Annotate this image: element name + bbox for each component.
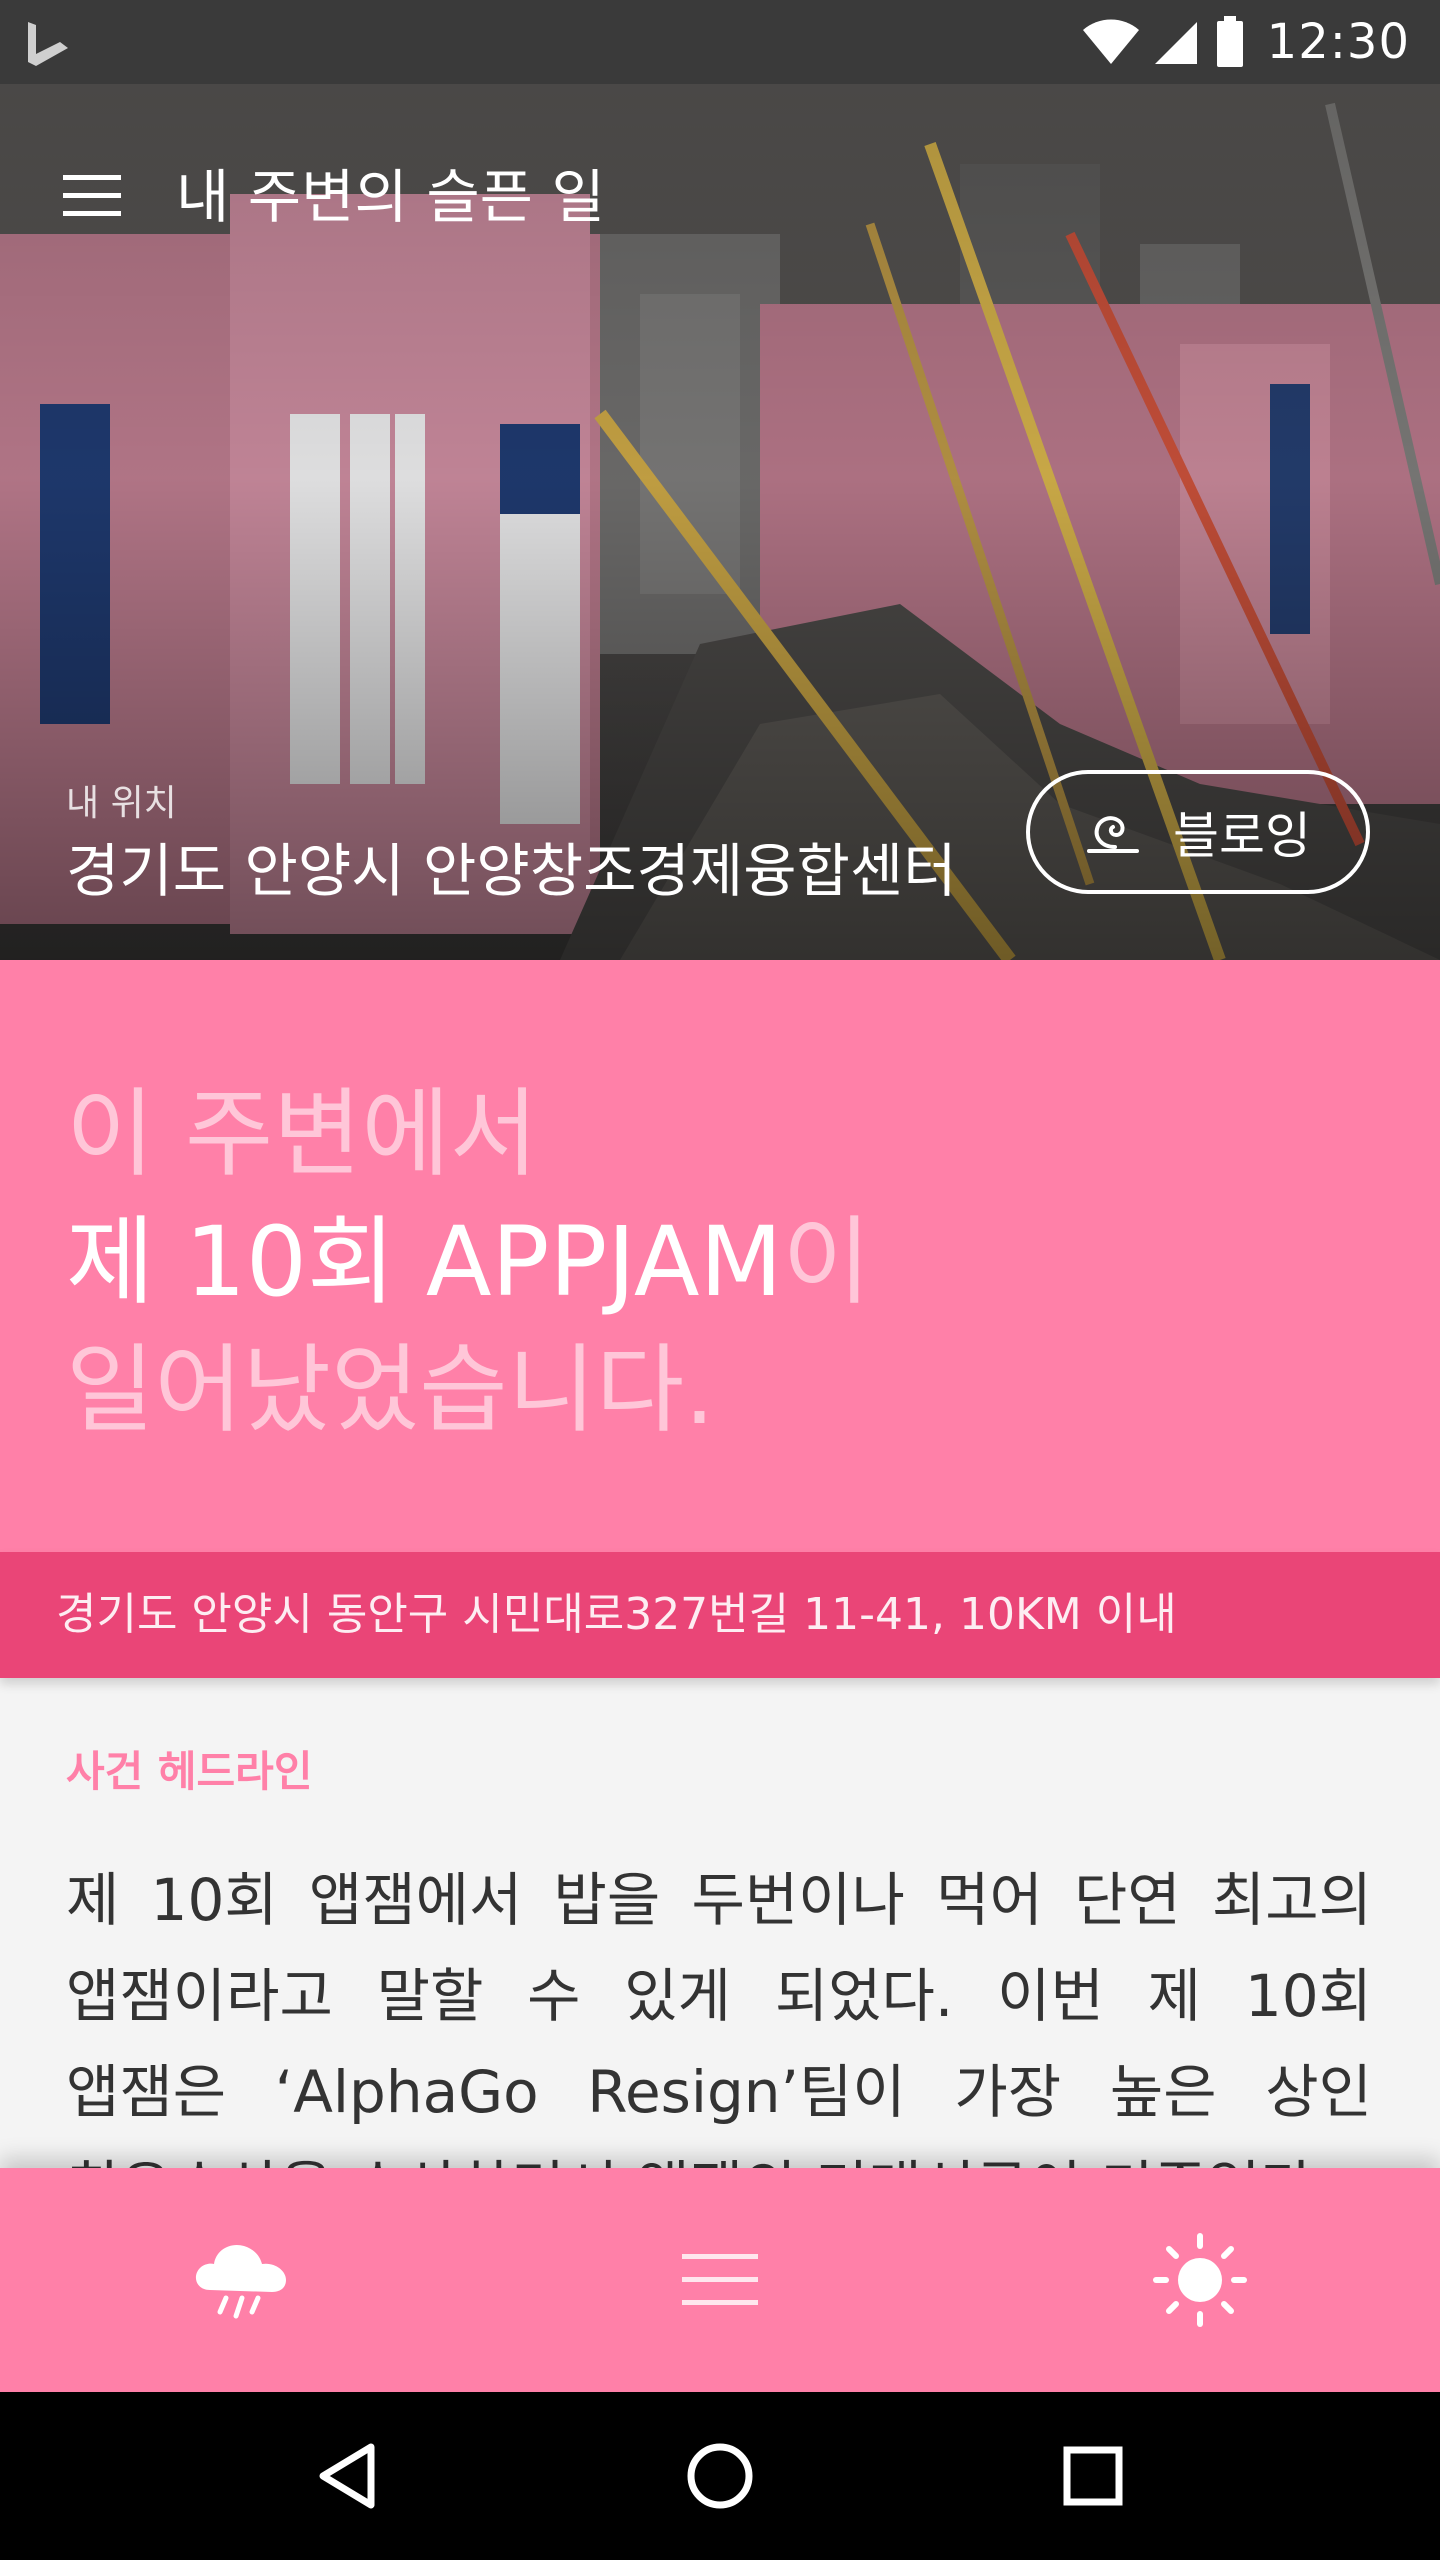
cell-signal-icon xyxy=(1154,22,1197,64)
system-navigation-bar xyxy=(0,2392,1440,2560)
location-value: 경기도 안양시 안양창조경제융합센터 xyxy=(66,837,957,905)
page-title: 내 주변의 슬픈 일 xyxy=(176,163,605,231)
location-label: 내 위치 xyxy=(66,783,177,824)
tab-sunny[interactable] xyxy=(960,2168,1440,2392)
address-text: 경기도 안양시 동안구 시민대로327번길 11-41, 10KM 이내 xyxy=(56,1589,1177,1640)
back-triangle-icon xyxy=(319,2443,375,2509)
article-body: 제 10회 앱잼에서 밥을 두번이나 먹어 단연 최고의 앱잼이라고 말할 수 … xyxy=(66,1866,1372,2168)
battery-icon xyxy=(1216,16,1243,67)
headline-panel: 이 주변에서 제 10회 APPJAM이 일어났었습니다. xyxy=(0,960,1440,1552)
bottom-tab-bar xyxy=(0,2168,1440,2392)
hamburger-icon xyxy=(63,175,121,216)
status-bar: 12:30 xyxy=(0,0,1440,84)
address-bar: 경기도 안양시 동안구 시민대로327번길 11-41, 10KM 이내 xyxy=(0,1552,1440,1678)
app-screen: 12:30 내 주변의 슬픈 일 내 위치 경기도 안양시 안양창조경제융합센터… xyxy=(0,0,1440,2560)
headline-line-1: 이 주변에서 xyxy=(66,1078,539,1190)
menu-button[interactable] xyxy=(40,144,144,248)
headline-particle: 이 xyxy=(782,1206,871,1318)
blowing-button[interactable]: 블로잉 xyxy=(1026,770,1370,894)
tab-weather[interactable] xyxy=(0,2168,480,2392)
article-content[interactable]: 사건 헤드라인 제 10회 앱잼에서 밥을 두번이나 먹어 단연 최고의 앱잼이… xyxy=(0,1678,1440,2168)
swirl-icon xyxy=(1085,807,1143,857)
headline-event-name: 제 10회 APPJAM xyxy=(66,1206,783,1318)
back-button[interactable] xyxy=(277,2406,417,2546)
blowing-button-label: 블로잉 xyxy=(1173,807,1311,865)
tab-list[interactable] xyxy=(480,2168,960,2392)
wifi-icon xyxy=(1082,19,1139,64)
status-time: 12:30 xyxy=(1266,14,1410,70)
section-label: 사건 헤드라인 xyxy=(66,1747,313,1796)
headline-line-3: 일어났었습니다. xyxy=(66,1334,715,1446)
home-button[interactable] xyxy=(650,2406,790,2546)
list-icon xyxy=(682,2254,758,2305)
app-logo-icon xyxy=(28,22,68,66)
status-indicators: 12:30 xyxy=(1081,0,1410,84)
recents-square-icon xyxy=(1063,2446,1123,2506)
rain-cloud-icon xyxy=(195,2244,286,2319)
sun-icon xyxy=(1153,2233,1247,2327)
recents-button[interactable] xyxy=(1023,2406,1163,2546)
home-circle-icon xyxy=(687,2443,753,2509)
headline-line-2: 제 10회 APPJAM이 xyxy=(66,1198,871,1326)
hero-banner: 내 주변의 슬픈 일 내 위치 경기도 안양시 안양창조경제융합센터 블로잉 xyxy=(0,84,1440,960)
